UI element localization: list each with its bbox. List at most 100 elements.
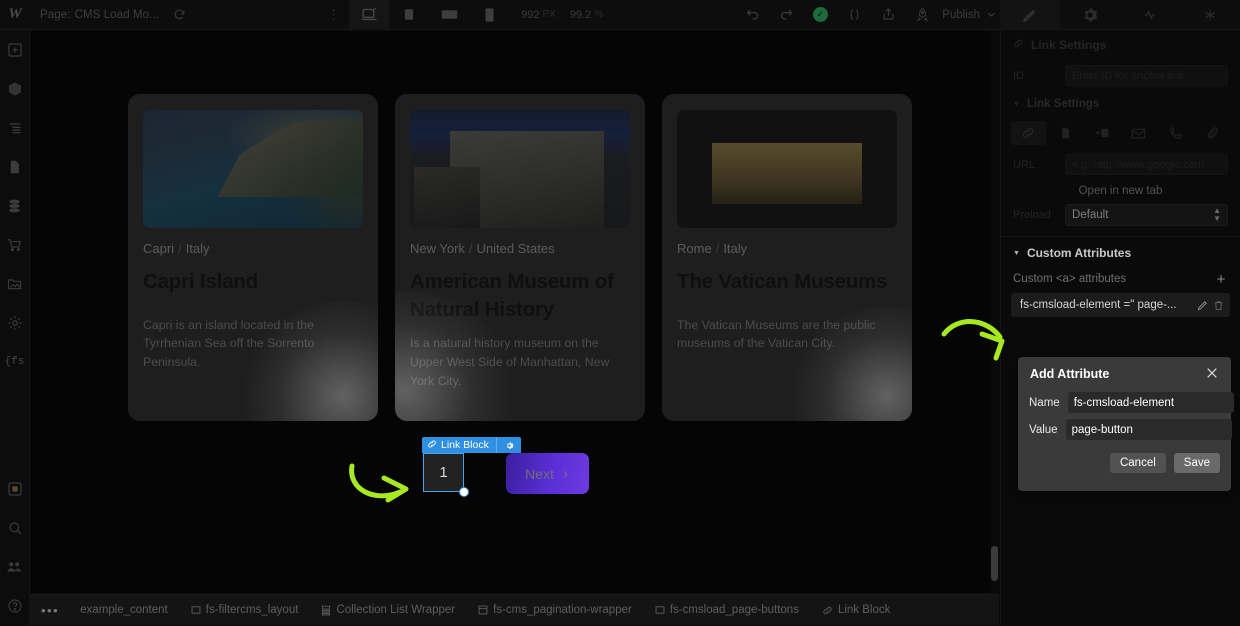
- link-type-attachment[interactable]: [1195, 121, 1230, 145]
- design-canvas[interactable]: Capri / Italy Capri Island Capri is an isl…: [31, 31, 999, 593]
- check-circle-icon: ✓: [812, 7, 828, 22]
- webflow-logo-button[interactable]: W: [0, 0, 30, 30]
- breakpoint-desktop[interactable]: [349, 0, 390, 30]
- url-label: URL: [1013, 158, 1036, 171]
- url-input[interactable]: e.g. http://www.google.com: [1065, 154, 1228, 175]
- viewport-width-value[interactable]: 992: [521, 9, 539, 21]
- viewport-width-unit: PX: [542, 9, 556, 20]
- sidebar-item-search[interactable]: [0, 508, 30, 547]
- settings-panel-icon[interactable]: [1060, 0, 1120, 30]
- breakpoint-mobile-landscape[interactable]: [429, 0, 469, 30]
- link-type-url[interactable]: [1011, 121, 1046, 145]
- cancel-button[interactable]: Cancel: [1109, 453, 1166, 473]
- collection-item-card[interactable]: Capri / Italy Capri Island Capri is an isl…: [128, 94, 378, 421]
- sidebar-item-apps[interactable]: [0, 469, 30, 508]
- next-page-button[interactable]: Next: [506, 453, 589, 494]
- breadcrumb-item-collection-list-wrapper[interactable]: Collection List Wrapper: [310, 595, 467, 626]
- link-block-selected[interactable]: Link Block 1: [422, 437, 521, 497]
- custom-attributes-sublabel: Custom <a> attributes: [1013, 273, 1127, 285]
- custom-attributes-section-header[interactable]: ▼ Custom Attributes: [1001, 236, 1240, 267]
- attribute-value-input[interactable]: [1065, 419, 1232, 440]
- card-title: Capri Island: [143, 270, 258, 293]
- sidebar-item-components[interactable]: [0, 69, 30, 108]
- sidebar-item-pages[interactable]: [0, 147, 30, 186]
- url-row: URL e.g. http://www.google.com: [1001, 149, 1240, 180]
- page-number-button[interactable]: 1: [423, 453, 464, 492]
- rocket-icon[interactable]: [906, 0, 938, 30]
- breakpoint-tablet[interactable]: [389, 0, 429, 30]
- canvas-scrollbar[interactable]: [990, 31, 999, 593]
- collection-item-card[interactable]: New York / United States American Museum o…: [395, 94, 645, 421]
- link-type-page[interactable]: [1048, 121, 1083, 145]
- breadcrumb-overflow[interactable]: •••: [31, 595, 69, 626]
- sidebar-item-cms[interactable]: [0, 186, 30, 225]
- preload-row: Preload Default ▲ ▼: [1001, 200, 1240, 230]
- page-name[interactable]: CMS Load Mo...: [75, 9, 160, 21]
- attribute-name-input[interactable]: [1067, 392, 1234, 413]
- collection-list-wrapper[interactable]: Capri / Italy Capri Island Capri is an isl…: [128, 94, 914, 421]
- card-description: The Vatican Museums are the public museu…: [677, 317, 876, 351]
- canvas-scrollbar-thumb[interactable]: [991, 546, 998, 581]
- trash-icon[interactable]: [1213, 300, 1224, 311]
- breadcrumb-item-example-content[interactable]: example_content: [69, 595, 180, 626]
- breadcrumb-label: fs-filtercms_layout: [205, 604, 299, 616]
- breadcrumb-overflow-label: •••: [41, 602, 60, 618]
- gear-icon[interactable]: [501, 441, 518, 450]
- interactions-panel-icon[interactable]: [1120, 0, 1180, 30]
- chevron-down-icon[interactable]: [982, 0, 1000, 30]
- resize-handle[interactable]: [459, 487, 469, 497]
- dialog-buttons: Cancel Save: [1018, 443, 1231, 473]
- save-status-icon[interactable]: ✓: [804, 0, 836, 30]
- element-id-input[interactable]: Enter ID for anchor link: [1065, 65, 1228, 86]
- redo-icon[interactable]: [770, 0, 802, 30]
- add-attribute-dialog[interactable]: Add Attribute Name Value Cancel Save: [1018, 357, 1234, 491]
- breadcrumb-item-fs-cms-pagination-wrapper[interactable]: fs-cms_pagination-wrapper: [467, 595, 644, 626]
- style-panel-icon[interactable]: [1000, 0, 1060, 30]
- card-location: Capri: [143, 241, 175, 256]
- sidebar-item-ecommerce[interactable]: [0, 225, 30, 264]
- card-description: Capri is an island located in the Tyrrhe…: [143, 317, 315, 370]
- preload-select[interactable]: Default ▲ ▼: [1065, 204, 1228, 226]
- meta-separator: /: [715, 241, 720, 256]
- undo-icon[interactable]: [736, 0, 768, 30]
- link-settings-section-header[interactable]: ▼ Link Settings: [1001, 91, 1240, 117]
- sidebar-item-settings[interactable]: [0, 303, 30, 342]
- breadcrumb-item-fs-cmsload-page-buttons[interactable]: fs-cmsload_page-buttons: [644, 595, 811, 626]
- open-new-tab-toggle[interactable]: Open in new tab: [1001, 180, 1240, 200]
- share-icon[interactable]: [872, 0, 904, 30]
- pagination-wrapper[interactable]: Link Block 1 Next: [422, 437, 589, 497]
- sidebar-item-navigator[interactable]: [0, 108, 30, 147]
- breadcrumb-label: example_content: [80, 604, 168, 616]
- add-attribute-button[interactable]: +: [1210, 269, 1232, 289]
- save-button[interactable]: Save: [1173, 453, 1220, 473]
- refresh-icon[interactable]: [173, 8, 186, 21]
- link-type-phone[interactable]: [1158, 121, 1193, 145]
- breadcrumb-label: fs-cmsload_page-buttons: [669, 604, 799, 616]
- sidebar-item-finsweet-extension[interactable]: {fs: [0, 342, 30, 381]
- link-type-email[interactable]: [1121, 121, 1156, 145]
- breakpoint-mobile-portrait[interactable]: [469, 0, 509, 30]
- close-x-icon[interactable]: [1204, 367, 1220, 381]
- code-parens-icon[interactable]: [838, 0, 870, 30]
- webflow-logo-text: W: [8, 6, 22, 22]
- element-id-row: ID Enter ID for anchor link: [1001, 60, 1240, 91]
- sidebar-item-add-elements[interactable]: [0, 30, 30, 69]
- collection-item-card[interactable]: Rome / Italy The Vatican Museums The Vatic…: [662, 94, 912, 421]
- link-type-section[interactable]: [1085, 121, 1120, 145]
- asterisk-panel-icon[interactable]: [1180, 0, 1240, 30]
- publish-label[interactable]: Publish: [942, 9, 980, 21]
- sidebar-item-help[interactable]: [0, 586, 30, 625]
- sidebar-item-assets[interactable]: [0, 264, 30, 303]
- pencil-icon[interactable]: [1197, 300, 1208, 311]
- attribute-name-row: Name: [1018, 389, 1234, 416]
- breadcrumb-item-fs-filtercms-layout[interactable]: fs-filtercms_layout: [180, 595, 311, 626]
- more-options-icon[interactable]: ⋮: [319, 7, 349, 23]
- card-meta: Capri / Italy: [143, 241, 363, 256]
- card-country: United States: [476, 241, 555, 256]
- sidebar-item-collaborators[interactable]: [0, 547, 30, 586]
- card-country: Italy: [185, 241, 210, 256]
- custom-attribute-row[interactable]: fs-cmsload-element =" page-...: [1011, 293, 1230, 317]
- zoom-level-value[interactable]: 99.2: [570, 9, 591, 21]
- breadcrumb-item-link-block[interactable]: Link Block: [811, 595, 902, 626]
- selection-badge[interactable]: Link Block: [422, 437, 521, 453]
